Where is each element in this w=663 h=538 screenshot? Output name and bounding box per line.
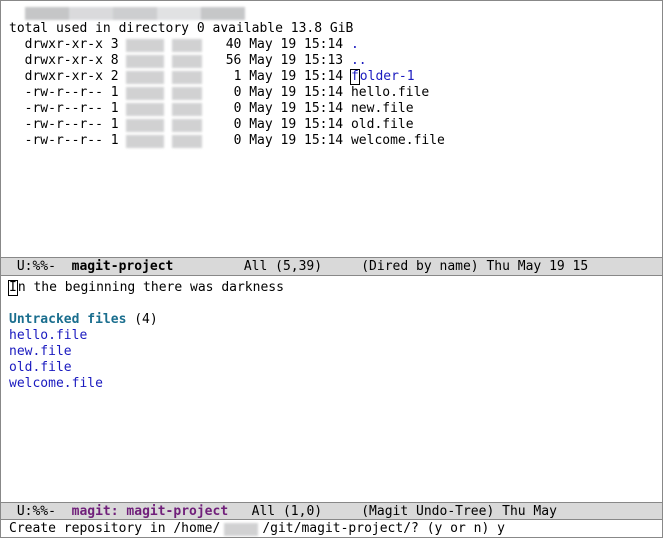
dired-entry[interactable]: drwxr-xr-x 3 40 May 19 15:14 . bbox=[9, 37, 359, 52]
dired-summary: total used in directory 0 available 13.8… bbox=[9, 21, 353, 36]
buffer-name: magit-project bbox=[72, 259, 174, 274]
untracked-section-header[interactable]: Untracked files bbox=[9, 312, 126, 327]
dired-entry[interactable]: -rw-r--r-- 1 0 May 19 15:14 welcome.file bbox=[9, 133, 445, 148]
dired-item-dotdot[interactable]: .. bbox=[351, 53, 367, 68]
dired-item-new[interactable]: new.file bbox=[351, 101, 414, 116]
redacted-owner bbox=[126, 39, 164, 52]
point-cursor: f bbox=[350, 69, 360, 85]
dired-item-hello[interactable]: hello.file bbox=[351, 85, 429, 100]
magit-head-commit[interactable]: In the beginning there was darkness bbox=[9, 280, 284, 295]
user-answer: y bbox=[497, 521, 505, 536]
dired-entry[interactable]: -rw-r--r-- 1 0 May 19 15:14 new.file bbox=[9, 101, 414, 116]
untracked-file[interactable]: welcome.file bbox=[9, 376, 103, 391]
dired-item-welcome[interactable]: welcome.file bbox=[351, 133, 445, 148]
modeline-dired[interactable]: U:%%- magit-project All (5,39) (Dired by… bbox=[1, 257, 662, 276]
dired-path bbox=[9, 5, 245, 20]
dired-entry[interactable]: drwxr-xr-x 2 1 May 19 15:14 folder-1 bbox=[9, 69, 415, 84]
dired-entry[interactable]: drwxr-xr-x 8 56 May 19 15:13 .. bbox=[9, 53, 367, 68]
dired-item-folder-1[interactable]: folder-1 bbox=[351, 69, 415, 84]
dired-item-old[interactable]: old.file bbox=[351, 117, 414, 132]
redacted-user bbox=[224, 523, 258, 536]
redacted-path bbox=[25, 7, 245, 20]
dired-entry[interactable]: -rw-r--r-- 1 0 May 19 15:14 old.file bbox=[9, 117, 414, 132]
prompt-text: Create repository in /home/ bbox=[9, 521, 220, 536]
dired-item-dot[interactable]: . bbox=[351, 37, 359, 52]
redacted-group bbox=[172, 39, 202, 52]
dired-buffer[interactable]: total used in directory 0 available 13.8… bbox=[1, 1, 662, 257]
untracked-file[interactable]: old.file bbox=[9, 360, 72, 375]
dired-entry[interactable]: -rw-r--r-- 1 0 May 19 15:14 hello.file bbox=[9, 85, 429, 100]
untracked-file[interactable]: hello.file bbox=[9, 328, 87, 343]
minibuffer[interactable]: Create repository in /home//git/magit-pr… bbox=[1, 520, 662, 537]
buffer-name: magit: magit-project bbox=[72, 504, 229, 519]
point-cursor: I bbox=[8, 280, 18, 296]
magit-buffer[interactable]: In the beginning there was darkness Untr… bbox=[1, 276, 662, 502]
modeline-magit[interactable]: U:%%- magit: magit-project All (1,0) (Ma… bbox=[1, 502, 662, 521]
untracked-file[interactable]: new.file bbox=[9, 344, 72, 359]
emacs-frame: total used in directory 0 available 13.8… bbox=[0, 0, 663, 538]
